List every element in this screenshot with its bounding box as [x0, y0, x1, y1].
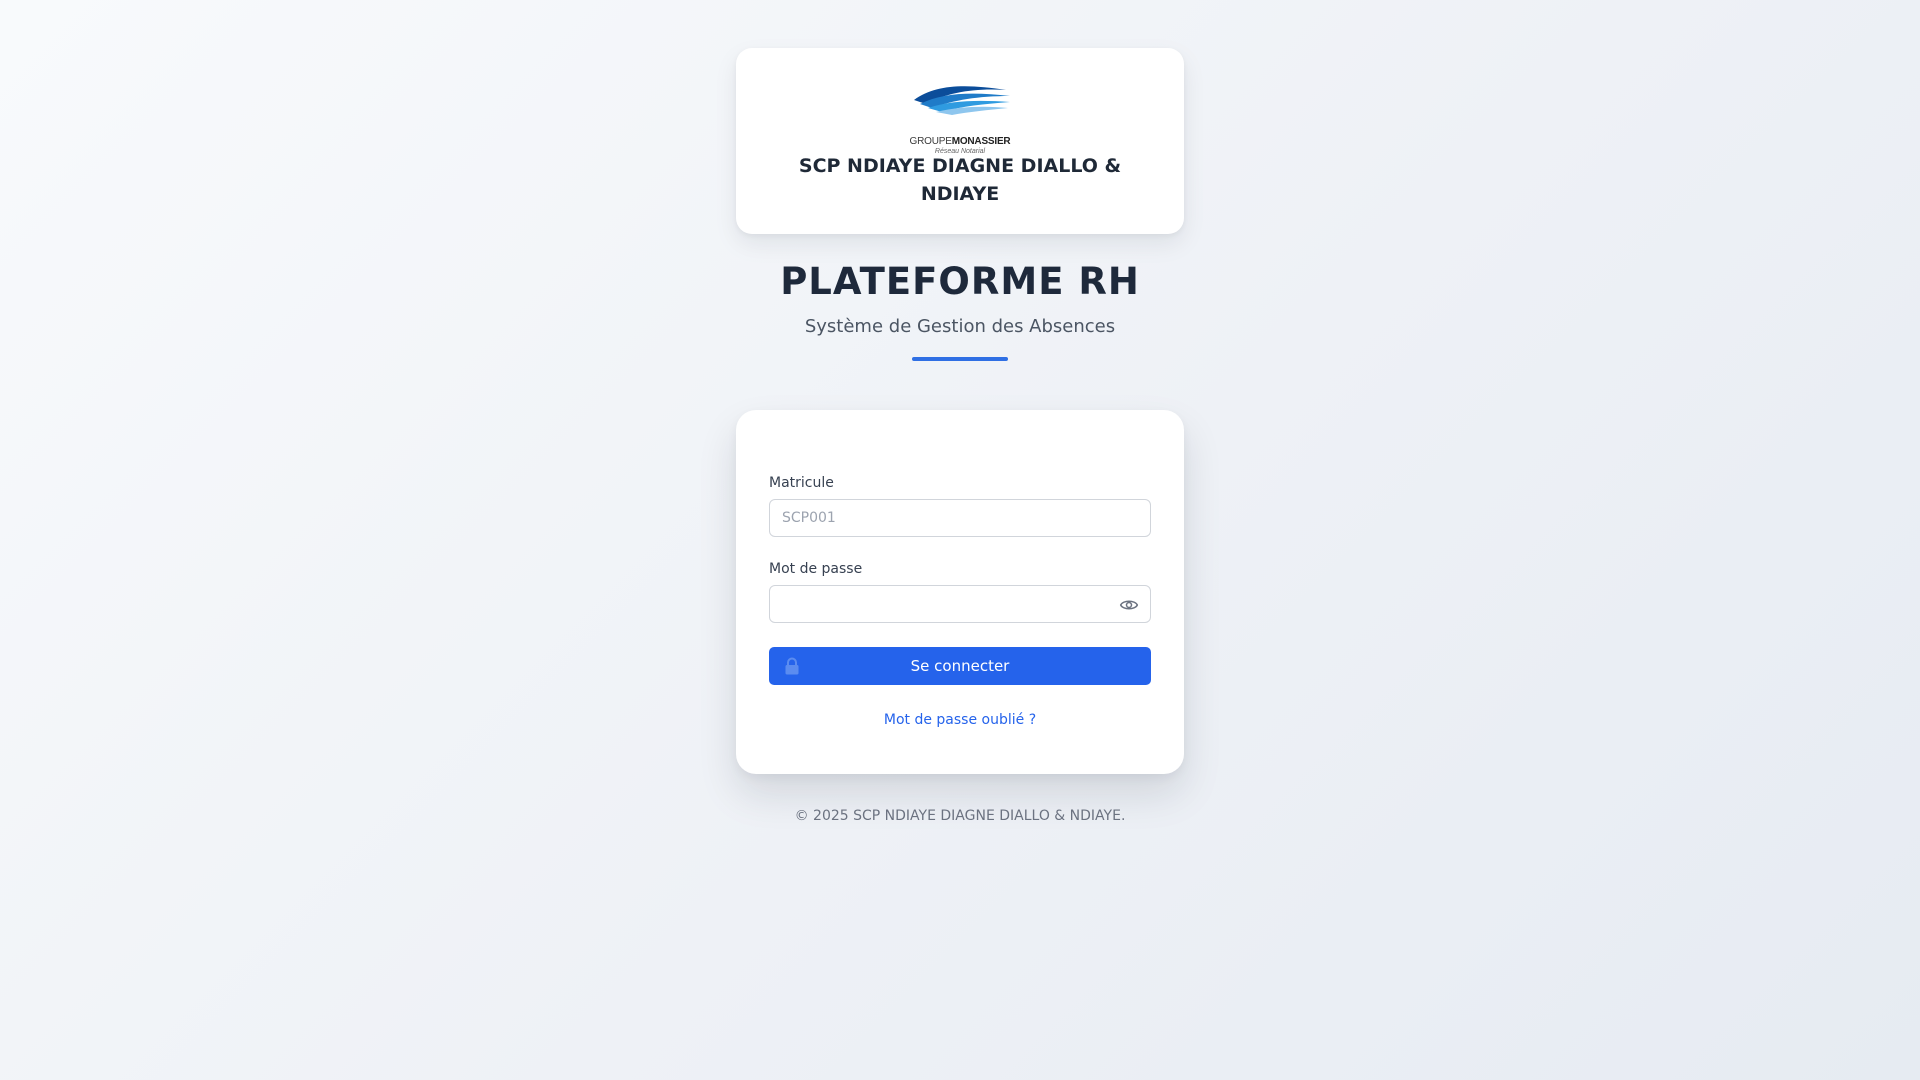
password-input[interactable]	[769, 585, 1151, 623]
firm-name: SCP NDIAYE DIAGNE DIALLO & NDIAYE	[798, 155, 1122, 205]
footer-copyright: © 2025 SCP NDIAYE DIAGNE DIALLO & NDIAYE…	[794, 808, 1126, 824]
logo-wordmark-prefix: GROUPE	[909, 136, 952, 147]
page-title: PLATEFORME RH	[780, 260, 1140, 303]
login-button[interactable]: Se connecter	[769, 647, 1151, 685]
matricule-input[interactable]	[769, 499, 1151, 537]
login-form: Matricule Mot de passe Se connecter Mot …	[736, 410, 1184, 774]
logo-wordmark: GROUPEMONASSIER	[906, 136, 1014, 147]
company-logo: GROUPEMONASSIER Réseau Notarial	[906, 78, 1014, 155]
logo-wordmark-bold: MONASSIER	[951, 136, 1011, 147]
password-label: Mot de passe	[769, 561, 863, 577]
page-subtitle: Système de Gestion des Absences	[804, 316, 1116, 337]
waves-logo-icon	[914, 86, 1010, 115]
matricule-label: Matricule	[769, 475, 834, 491]
brand-card: GROUPEMONASSIER Réseau Notarial SCP NDIA…	[736, 48, 1184, 234]
login-button-label: Se connecter	[910, 657, 1010, 675]
title-accent-divider	[912, 357, 1008, 361]
login-page: GROUPEMONASSIER Réseau Notarial SCP NDIA…	[0, 0, 1920, 1080]
forgot-password-link[interactable]: Mot de passe oublié ?	[769, 712, 1151, 728]
eye-icon[interactable]	[1117, 593, 1141, 617]
